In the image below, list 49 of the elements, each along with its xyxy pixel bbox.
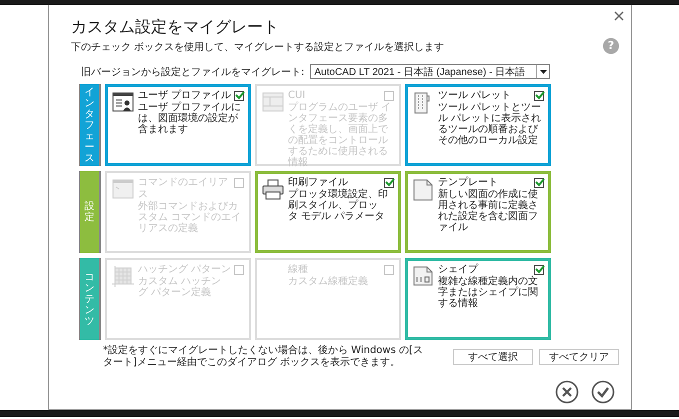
group-label: コンテンツ [79, 258, 101, 340]
option-title: ハッチング パターン [138, 264, 232, 276]
option-title: ツール パレット [438, 90, 512, 102]
dropdown-arrow-icon[interactable] [540, 70, 547, 74]
option-description: カスタム ハッチング パターン定義 [138, 276, 222, 298]
action-button[interactable]: すべてクリア [539, 349, 619, 365]
option-description: 外部コマンドおよびカスタム コマンドのエイリアスの定義 [138, 201, 242, 234]
action-button[interactable]: すべて選択 [453, 349, 533, 365]
option-description: プログラムのユーザ インタフェース要素の多くを定義し、画面上での配置をコントロールするために使用される情報 [288, 102, 392, 168]
option-card[interactable]: ツール パレット ツール パレットとツール パレットに表示されるツールの順番およびその他のローカル設定 [405, 84, 551, 166]
shape-file-icon [412, 266, 434, 288]
option-card[interactable]: シェイプ 複雑な線種定義内の文字またはシェイプに関する情報 [405, 258, 551, 340]
ok-icon[interactable] [591, 380, 615, 404]
option-card[interactable]: 印刷ファイル プロッタ環境設定、印刷スタイル、プロッタ モデル パラメータ [255, 171, 401, 253]
footnote-text: *設定をすぐにマイグレートしたくない場合は、後から Windows の[スタート]メニュー経由でこのダイアログ ボックスを表示できます。 [103, 345, 423, 369]
option-description: プロッタ環境設定、印刷スタイル、プロッタ モデル パラメータ [288, 189, 389, 222]
option-title: 印刷ファイル [288, 177, 348, 188]
version-dropdown[interactable]: AutoCAD LT 2021 - 日本語 (Japanese) - 日本語 [310, 64, 550, 79]
dialog-title: カスタム設定をマイグレート [71, 17, 280, 37]
option-description: ユーザ プロファイルには、図面環境の設定が含まれます [138, 102, 242, 135]
option-title: ユーザ プロファイル [138, 90, 232, 102]
checkbox[interactable] [234, 91, 244, 101]
option-description: カスタム線種定義 [288, 276, 369, 287]
hatch-grid-icon [112, 266, 134, 288]
user-profile-icon [112, 92, 134, 114]
checkbox[interactable] [384, 178, 394, 188]
option-description: 複雑な線種定義内の文字またはシェイプに関する情報 [438, 276, 539, 309]
option-title: 線種 [288, 264, 308, 276]
option-title: コマンドのエイリアス [138, 177, 229, 200]
document-icon [412, 179, 434, 201]
cancel-icon[interactable] [555, 380, 579, 404]
dialog-subtitle: 下のチェック ボックスを使用して、マイグレートする設定とファイルを選択します [71, 40, 444, 54]
checkbox[interactable] [534, 178, 544, 188]
source-label: 旧バージョンから設定とファイルをマイグレート: [81, 66, 304, 78]
option-card[interactable]: テンプレート 新しい図面の作成に使用される事前に定義された設定を含む図面ファイル [405, 171, 551, 253]
close-icon[interactable] [613, 10, 625, 22]
option-title: CUI [288, 90, 306, 102]
checkbox[interactable] [534, 265, 544, 275]
group-label: 設定 [79, 171, 101, 253]
option-title: テンプレート [438, 177, 498, 188]
option-card[interactable]: ユーザ プロファイル ユーザ プロファイルには、図面環境の設定が含まれます [105, 84, 251, 166]
option-title: シェイプ [438, 264, 478, 276]
window-icon [112, 179, 134, 201]
printer-icon [262, 179, 284, 201]
checkbox[interactable] [534, 91, 544, 101]
option-description: 新しい図面の作成に使用される事前に定義された設定を含む図面ファイル [438, 189, 539, 233]
window-icon [262, 92, 284, 114]
option-description: ツール パレットとツール パレットに表示されるツールの順番およびその他のローカル設定 [438, 102, 542, 146]
group-label: インタフェース [79, 84, 101, 166]
